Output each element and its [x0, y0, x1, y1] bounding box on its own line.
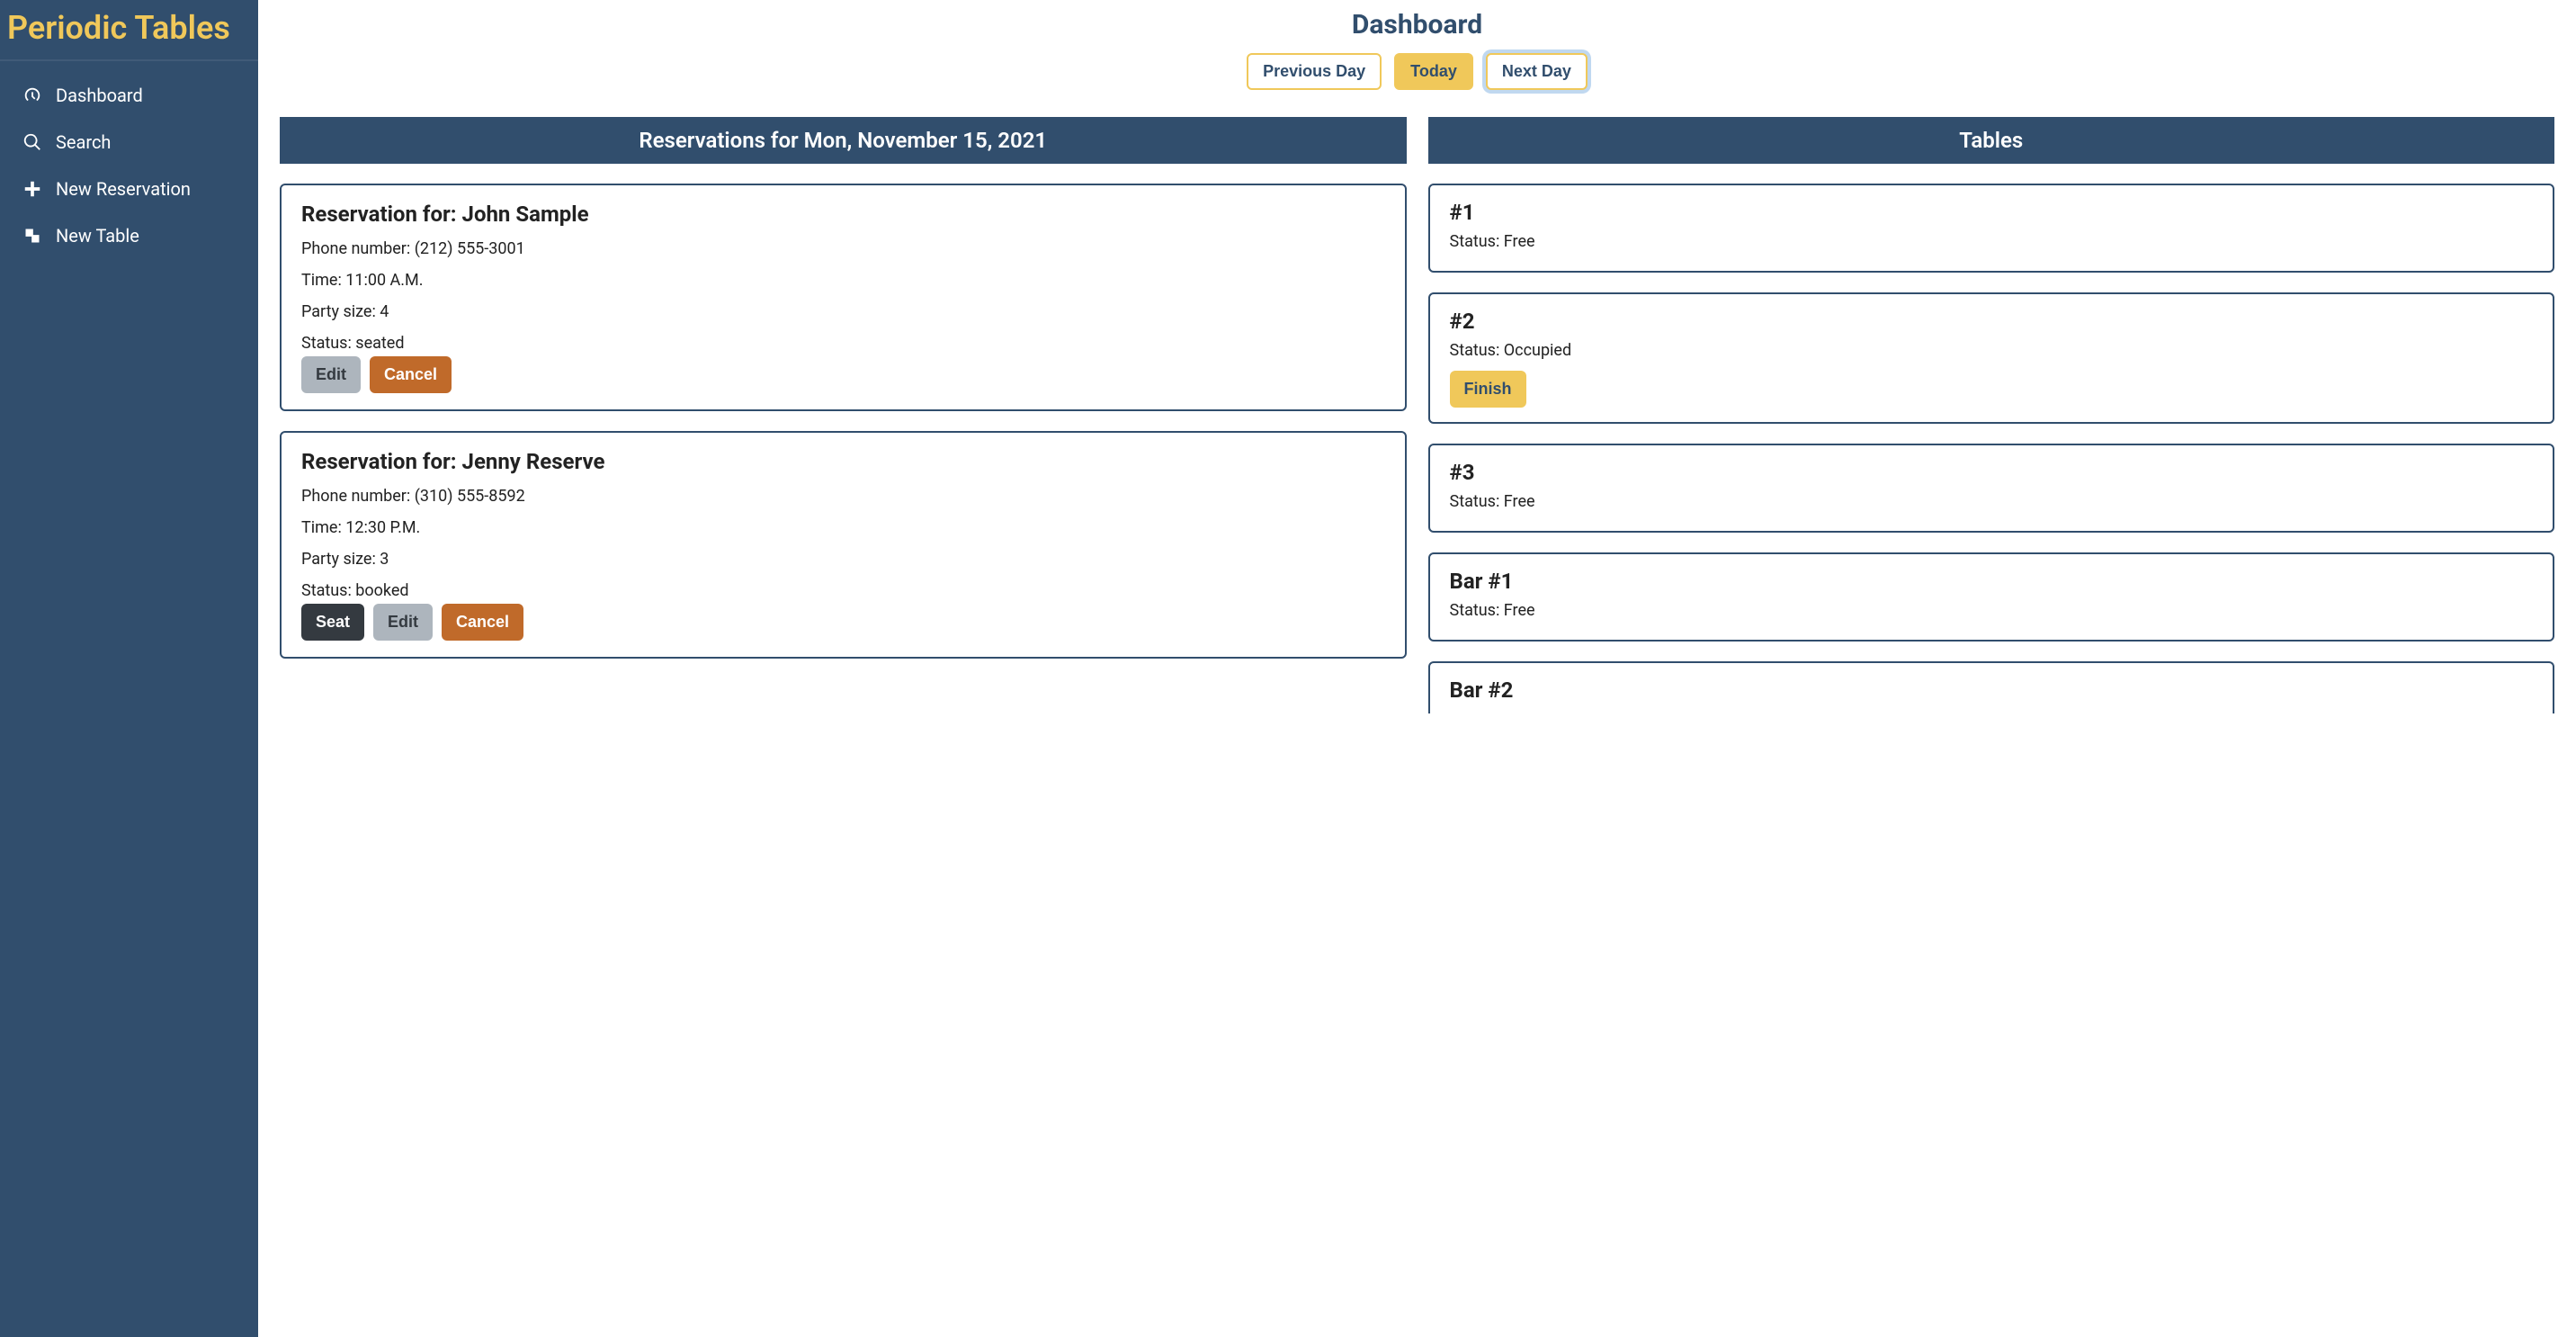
reservation-phone: Phone number: (212) 555-3001: [301, 239, 1385, 258]
table-card: #1 Status: Free: [1428, 184, 2555, 273]
table-name: #1: [1450, 200, 2534, 225]
sidebar-item-label: New Table: [56, 225, 139, 247]
brand-title[interactable]: Periodic Tables: [0, 0, 258, 61]
table-status: Status: Free: [1450, 232, 2534, 251]
tables-list: #1 Status: Free #2 Status: Occupied Finish #3…: [1428, 184, 2555, 713]
reservation-party-size: Party size: 3: [301, 550, 1385, 569]
search-icon: [22, 131, 43, 153]
cancel-button[interactable]: Cancel: [370, 356, 452, 393]
reservations-header: Reservations for Mon, November 15, 2021: [280, 117, 1407, 164]
sidebar-item-label: Search: [56, 131, 111, 153]
table-status: Status: Free: [1450, 601, 2534, 620]
seat-button[interactable]: Seat: [301, 604, 364, 641]
reservations-column: Reservations for Mon, November 15, 2021 …: [280, 117, 1407, 659]
edit-button[interactable]: Edit: [301, 356, 361, 393]
sidebar-item-search[interactable]: Search: [0, 119, 258, 166]
sidebar: Periodic Tables Dashboard Search New Res…: [0, 0, 258, 1337]
next-day-button[interactable]: Next Day: [1486, 53, 1588, 90]
today-button[interactable]: Today: [1394, 53, 1473, 90]
table-name: #2: [1450, 309, 2534, 334]
sidebar-item-label: New Reservation: [56, 178, 191, 200]
table-card: #2 Status: Occupied Finish: [1428, 292, 2555, 424]
main-content: Dashboard Previous Day Today Next Day Re…: [258, 0, 2576, 1337]
table-card: #3 Status: Free: [1428, 444, 2555, 533]
table-name: #3: [1450, 460, 2534, 485]
reservation-status: Status: booked: [301, 581, 1385, 600]
finish-button[interactable]: Finish: [1450, 371, 1526, 408]
reservation-party-size: Party size: 4: [301, 302, 1385, 321]
reservation-card: Reservation for: John Sample Phone number…: [280, 184, 1407, 411]
page-title: Dashboard: [280, 9, 2554, 40]
tables-column: Tables #1 Status: Free #2 Status: Occupied F…: [1428, 117, 2555, 713]
tables-header: Tables: [1428, 117, 2555, 164]
reservation-time: Time: 11:00 A.M.: [301, 271, 1385, 290]
plus-icon: [22, 178, 43, 200]
edit-button[interactable]: Edit: [373, 604, 433, 641]
sidebar-item-new-reservation[interactable]: New Reservation: [0, 166, 258, 212]
reservation-time: Time: 12:30 P.M.: [301, 518, 1385, 537]
reservation-name: Reservation for: Jenny Reserve: [301, 449, 1385, 474]
reservation-card: Reservation for: Jenny Reserve Phone numb…: [280, 431, 1407, 659]
table-card: Bar #2: [1428, 661, 2555, 713]
sidebar-item-dashboard[interactable]: Dashboard: [0, 72, 258, 119]
table-card: Bar #1 Status: Free: [1428, 552, 2555, 642]
table-name: Bar #2: [1450, 677, 2534, 703]
sidebar-item-label: Dashboard: [56, 85, 143, 106]
reservation-actions: SeatEditCancel: [301, 604, 1385, 641]
layers-icon: [22, 225, 43, 247]
table-status: Status: Occupied: [1450, 341, 2534, 360]
table-name: Bar #1: [1450, 569, 2534, 594]
sidebar-nav: Dashboard Search New Reservation New Tab…: [0, 61, 258, 259]
cancel-button[interactable]: Cancel: [442, 604, 523, 641]
reservation-phone: Phone number: (310) 555-8592: [301, 487, 1385, 506]
reservation-actions: EditCancel: [301, 356, 1385, 393]
reservations-list: Reservation for: John Sample Phone number…: [280, 184, 1407, 659]
day-navigation: Previous Day Today Next Day: [280, 53, 2554, 90]
reservation-status: Status: seated: [301, 334, 1385, 353]
reservation-name: Reservation for: John Sample: [301, 202, 1385, 227]
sidebar-item-new-table[interactable]: New Table: [0, 212, 258, 259]
gauge-icon: [22, 85, 43, 106]
dashboard-columns: Reservations for Mon, November 15, 2021 …: [280, 117, 2554, 713]
table-status: Status: Free: [1450, 492, 2534, 511]
previous-day-button[interactable]: Previous Day: [1247, 53, 1382, 90]
